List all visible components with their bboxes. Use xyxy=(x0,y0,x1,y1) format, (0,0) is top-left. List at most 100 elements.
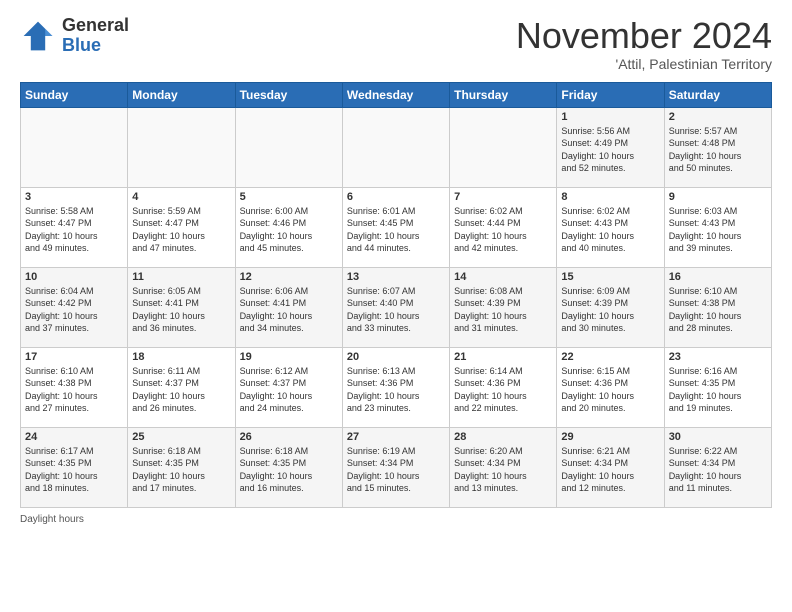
day-number: 4 xyxy=(132,191,230,203)
day-number: 10 xyxy=(25,271,123,283)
logo-blue: Blue xyxy=(62,36,129,56)
calendar-cell: 9 Sunrise: 6:03 AM Sunset: 4:43 PM Daylig… xyxy=(664,187,771,267)
calendar-cell: 18Sunrise: 6:11 AM Sunset: 4:37 PM Dayli… xyxy=(128,347,235,427)
logo-general: General xyxy=(62,16,129,36)
day-number: 24 xyxy=(25,431,123,443)
logo-text: General Blue xyxy=(62,16,129,56)
title-block: November 2024 'Attil, Palestinian Territ… xyxy=(516,16,772,72)
calendar-cell xyxy=(128,107,235,187)
calendar-cell: 8 Sunrise: 6:02 AM Sunset: 4:43 PM Daylig… xyxy=(557,187,664,267)
calendar-cell: 24Sunrise: 6:17 AM Sunset: 4:35 PM Dayli… xyxy=(21,427,128,507)
calendar-cell: 11 Sunrise: 6:05 AM Sunset: 4:41 PM Dayli… xyxy=(128,267,235,347)
calendar-cell: 2 Sunrise: 5:57 AM Sunset: 4:48 PM Daylig… xyxy=(664,107,771,187)
calendar-cell: 13 Sunrise: 6:07 AM Sunset: 4:40 PM Dayli… xyxy=(342,267,449,347)
day-number: 5 xyxy=(240,191,338,203)
calendar-cell: 23 Sunrise: 6:16 AM Sunset: 4:35 PM Dayli… xyxy=(664,347,771,427)
day-number: 19 xyxy=(240,351,338,363)
calendar-week-5: 24Sunrise: 6:17 AM Sunset: 4:35 PM Dayli… xyxy=(21,427,772,507)
day-info: Sunrise: 6:13 AM Sunset: 4:36 PM Dayligh… xyxy=(347,365,445,415)
calendar-cell: 21 Sunrise: 6:14 AM Sunset: 4:36 PM Dayli… xyxy=(450,347,557,427)
page: General Blue November 2024 'Attil, Pales… xyxy=(0,0,792,612)
calendar-cell: 30 Sunrise: 6:22 AM Sunset: 4:34 PM Dayli… xyxy=(664,427,771,507)
day-info: Sunrise: 6:14 AM Sunset: 4:36 PM Dayligh… xyxy=(454,365,552,415)
day-number: 3 xyxy=(25,191,123,203)
day-number: 17 xyxy=(25,351,123,363)
calendar-cell: 16Sunrise: 6:10 AM Sunset: 4:38 PM Dayli… xyxy=(664,267,771,347)
day-info: Sunrise: 6:01 AM Sunset: 4:45 PM Dayligh… xyxy=(347,205,445,255)
day-info: Sunrise: 6:05 AM Sunset: 4:41 PM Dayligh… xyxy=(132,285,230,335)
calendar-cell: 1 Sunrise: 5:56 AM Sunset: 4:49 PM Daylig… xyxy=(557,107,664,187)
day-info: Sunrise: 6:00 AM Sunset: 4:46 PM Dayligh… xyxy=(240,205,338,255)
day-number: 8 xyxy=(561,191,659,203)
calendar-cell: 3Sunrise: 5:58 AM Sunset: 4:47 PM Daylig… xyxy=(21,187,128,267)
daylight-label: Daylight hours xyxy=(20,514,84,525)
day-info: Sunrise: 6:22 AM Sunset: 4:34 PM Dayligh… xyxy=(669,445,767,495)
location-subtitle: 'Attil, Palestinian Territory xyxy=(516,56,772,72)
col-header-monday: Monday xyxy=(128,82,235,107)
day-info: Sunrise: 6:10 AM Sunset: 4:38 PM Dayligh… xyxy=(669,285,767,335)
day-number: 18 xyxy=(132,351,230,363)
calendar-cell: 6 Sunrise: 6:01 AM Sunset: 4:45 PM Daylig… xyxy=(342,187,449,267)
day-number: 23 xyxy=(669,351,767,363)
calendar-cell: 15 Sunrise: 6:09 AM Sunset: 4:39 PM Dayli… xyxy=(557,267,664,347)
day-info: Sunrise: 6:03 AM Sunset: 4:43 PM Dayligh… xyxy=(669,205,767,255)
day-number: 7 xyxy=(454,191,552,203)
day-number: 21 xyxy=(454,351,552,363)
calendar-cell: 14Sunrise: 6:08 AM Sunset: 4:39 PM Dayli… xyxy=(450,267,557,347)
calendar-cell: 22 Sunrise: 6:15 AM Sunset: 4:36 PM Dayli… xyxy=(557,347,664,427)
day-number: 15 xyxy=(561,271,659,283)
calendar: SundayMondayTuesdayWednesdayThursdayFrid… xyxy=(20,82,772,508)
day-number: 13 xyxy=(347,271,445,283)
logo: General Blue xyxy=(20,16,129,56)
calendar-week-3: 10 Sunrise: 6:04 AM Sunset: 4:42 PM Dayli… xyxy=(21,267,772,347)
day-info: Sunrise: 6:02 AM Sunset: 4:43 PM Dayligh… xyxy=(561,205,659,255)
calendar-cell: 29 Sunrise: 6:21 AM Sunset: 4:34 PM Dayli… xyxy=(557,427,664,507)
calendar-week-4: 17Sunrise: 6:10 AM Sunset: 4:38 PM Dayli… xyxy=(21,347,772,427)
logo-icon xyxy=(20,18,56,54)
day-info: Sunrise: 5:59 AM Sunset: 4:47 PM Dayligh… xyxy=(132,205,230,255)
calendar-cell xyxy=(21,107,128,187)
day-info: Sunrise: 6:04 AM Sunset: 4:42 PM Dayligh… xyxy=(25,285,123,335)
day-info: Sunrise: 6:15 AM Sunset: 4:36 PM Dayligh… xyxy=(561,365,659,415)
day-number: 2 xyxy=(669,111,767,123)
footer: Daylight hours xyxy=(20,514,772,525)
calendar-cell: 17Sunrise: 6:10 AM Sunset: 4:38 PM Dayli… xyxy=(21,347,128,427)
calendar-cell xyxy=(235,107,342,187)
day-number: 29 xyxy=(561,431,659,443)
calendar-cell: 12 Sunrise: 6:06 AM Sunset: 4:41 PM Dayli… xyxy=(235,267,342,347)
day-info: Sunrise: 6:16 AM Sunset: 4:35 PM Dayligh… xyxy=(669,365,767,415)
day-info: Sunrise: 5:57 AM Sunset: 4:48 PM Dayligh… xyxy=(669,125,767,175)
calendar-cell: 4 Sunrise: 5:59 AM Sunset: 4:47 PM Daylig… xyxy=(128,187,235,267)
day-number: 25 xyxy=(132,431,230,443)
day-info: Sunrise: 6:19 AM Sunset: 4:34 PM Dayligh… xyxy=(347,445,445,495)
day-info: Sunrise: 6:09 AM Sunset: 4:39 PM Dayligh… xyxy=(561,285,659,335)
day-number: 28 xyxy=(454,431,552,443)
calendar-cell: 20 Sunrise: 6:13 AM Sunset: 4:36 PM Dayli… xyxy=(342,347,449,427)
calendar-cell: 5 Sunrise: 6:00 AM Sunset: 4:46 PM Daylig… xyxy=(235,187,342,267)
day-number: 9 xyxy=(669,191,767,203)
day-number: 1 xyxy=(561,111,659,123)
calendar-cell xyxy=(450,107,557,187)
col-header-sunday: Sunday xyxy=(21,82,128,107)
calendar-cell: 7Sunrise: 6:02 AM Sunset: 4:44 PM Daylig… xyxy=(450,187,557,267)
day-number: 14 xyxy=(454,271,552,283)
day-number: 12 xyxy=(240,271,338,283)
col-header-tuesday: Tuesday xyxy=(235,82,342,107)
calendar-cell: 19Sunrise: 6:12 AM Sunset: 4:37 PM Dayli… xyxy=(235,347,342,427)
day-info: Sunrise: 6:07 AM Sunset: 4:40 PM Dayligh… xyxy=(347,285,445,335)
day-info: Sunrise: 6:21 AM Sunset: 4:34 PM Dayligh… xyxy=(561,445,659,495)
calendar-cell: 26Sunrise: 6:18 AM Sunset: 4:35 PM Dayli… xyxy=(235,427,342,507)
calendar-cell xyxy=(342,107,449,187)
header: General Blue November 2024 'Attil, Pales… xyxy=(20,16,772,72)
day-number: 11 xyxy=(132,271,230,283)
day-number: 22 xyxy=(561,351,659,363)
day-number: 27 xyxy=(347,431,445,443)
day-number: 6 xyxy=(347,191,445,203)
calendar-cell: 25 Sunrise: 6:18 AM Sunset: 4:35 PM Dayli… xyxy=(128,427,235,507)
day-number: 20 xyxy=(347,351,445,363)
day-info: Sunrise: 5:56 AM Sunset: 4:49 PM Dayligh… xyxy=(561,125,659,175)
day-info: Sunrise: 6:06 AM Sunset: 4:41 PM Dayligh… xyxy=(240,285,338,335)
day-info: Sunrise: 6:18 AM Sunset: 4:35 PM Dayligh… xyxy=(132,445,230,495)
day-number: 30 xyxy=(669,431,767,443)
calendar-cell: 27 Sunrise: 6:19 AM Sunset: 4:34 PM Dayli… xyxy=(342,427,449,507)
